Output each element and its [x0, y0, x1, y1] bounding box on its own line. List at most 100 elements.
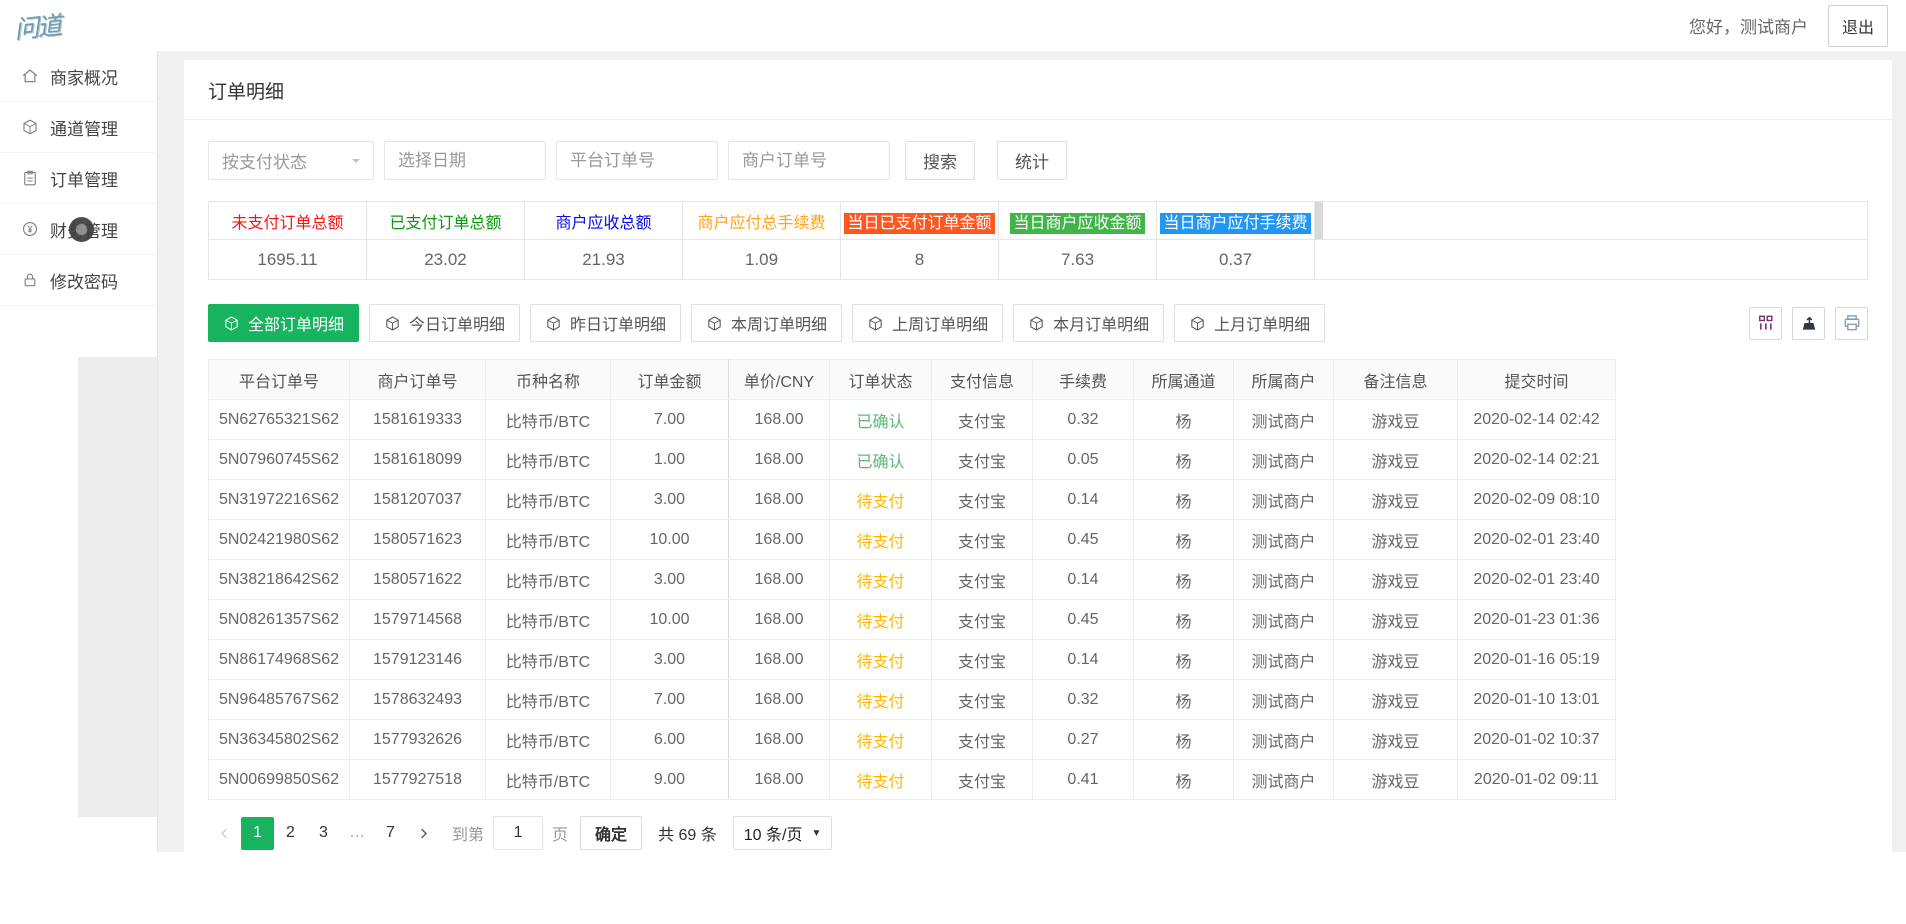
cube-icon	[384, 315, 401, 332]
column-header-3: 订单金额	[611, 360, 729, 400]
export-icon	[1799, 313, 1819, 333]
page-size-select[interactable]: 10 条/页▼	[733, 816, 833, 850]
chevron-right-icon	[416, 826, 431, 841]
cell: 1579123146	[350, 640, 486, 680]
tab-all[interactable]: 全部订单明细	[208, 304, 359, 342]
sidebar-item-channel[interactable]: 通道管理	[0, 102, 157, 153]
cell: 2020-02-14 02:21	[1458, 440, 1616, 480]
summary-header-today-fee: 当日商户应付手续费	[1157, 202, 1315, 240]
greeting-text: 您好，测试商户	[1689, 13, 1808, 38]
column-header-5: 订单状态	[830, 360, 932, 400]
cell: 0.14	[1033, 640, 1134, 680]
cell: 测试商户	[1234, 440, 1334, 480]
logout-button[interactable]: 退出	[1828, 5, 1888, 47]
cell: 比特币/BTC	[486, 440, 611, 480]
tab-last-month[interactable]: 上月订单明细	[1174, 304, 1325, 342]
total-count: 共 69 条	[658, 821, 717, 845]
next-page-button[interactable]	[407, 817, 440, 850]
cell-status: 待支付	[830, 680, 932, 720]
status-badge: 待支付	[856, 734, 904, 751]
summary-header-paid-total: 已支付订单总额	[367, 202, 525, 240]
sidebar-item-finance[interactable]: 财务管理	[0, 204, 157, 255]
page-7-button[interactable]: 7	[374, 817, 407, 850]
cell: 测试商户	[1234, 560, 1334, 600]
tab-today[interactable]: 今日订单明细	[369, 304, 520, 342]
tab-last-week[interactable]: 上周订单明细	[852, 304, 1003, 342]
dark-circle-overlay	[69, 217, 94, 242]
logo[interactable]: 问道	[12, 5, 62, 46]
cell: 7.00	[611, 680, 729, 720]
cell: 杨	[1134, 720, 1234, 760]
merchant-order-input[interactable]	[728, 141, 890, 180]
search-button[interactable]: 搜索	[905, 141, 975, 180]
page-1-button[interactable]: 1	[241, 817, 274, 850]
table-row: 5N00699850S621577927518比特币/BTC9.00168.00…	[209, 760, 1616, 800]
home-icon	[21, 67, 39, 85]
tab-yesterday[interactable]: 昨日订单明细	[530, 304, 681, 342]
tab-this-month[interactable]: 本月订单明细	[1013, 304, 1164, 342]
tab-label: 今日订单明细	[409, 311, 505, 335]
sidebar-item-overview[interactable]: 商家概况	[0, 51, 157, 102]
tab-this-week[interactable]: 本周订单明细	[691, 304, 842, 342]
cell: 游戏豆	[1334, 440, 1458, 480]
cell: 2020-01-02 10:37	[1458, 720, 1616, 760]
pagination: 123…7到第页确定共 69 条10 条/页▼	[208, 816, 1868, 850]
cell: 168.00	[729, 520, 830, 560]
platform-order-input[interactable]	[556, 141, 718, 180]
cell: 杨	[1134, 560, 1234, 600]
cell: 168.00	[729, 560, 830, 600]
cell: 168.00	[729, 640, 830, 680]
cube-icon	[867, 315, 884, 332]
summary-header-today-paid: 当日已支付订单金额	[841, 202, 999, 240]
sidebar-item-password[interactable]: 修改密码	[0, 255, 157, 306]
page-3-button[interactable]: 3	[307, 817, 340, 850]
cell-status: 已确认	[830, 400, 932, 440]
cell: 5N38218642S62	[209, 560, 350, 600]
summary-filler-value	[1315, 240, 1868, 280]
date-input[interactable]	[384, 141, 546, 180]
sidebar-item-orders[interactable]: 订单管理	[0, 153, 157, 204]
export-button[interactable]	[1792, 307, 1825, 340]
summary-header-receivable-total: 商户应收总额	[525, 202, 683, 240]
caret-down-icon: ▼	[811, 828, 821, 839]
stats-button[interactable]: 统计	[997, 141, 1067, 180]
cell: 游戏豆	[1334, 760, 1458, 800]
summary-value-unpaid-total: 1695.11	[209, 240, 367, 280]
page-2-button[interactable]: 2	[274, 817, 307, 850]
cell: 2020-01-16 05:19	[1458, 640, 1616, 680]
cell: 168.00	[729, 720, 830, 760]
cell: 1579714568	[350, 600, 486, 640]
goto-page-input[interactable]	[493, 816, 543, 850]
scrollbar-thumb	[1315, 202, 1323, 239]
cell: 9.00	[611, 760, 729, 800]
filter-columns-button[interactable]	[1749, 307, 1782, 340]
summary-value-receivable-total: 21.93	[525, 240, 683, 280]
cell: 0.05	[1033, 440, 1134, 480]
payment-status-select[interactable]: 按支付状态	[208, 141, 374, 180]
cell: 测试商户	[1234, 680, 1334, 720]
confirm-page-button[interactable]: 确定	[580, 816, 642, 850]
summary-label: 已支付订单总额	[389, 215, 501, 232]
cell: 支付宝	[932, 440, 1033, 480]
print-button[interactable]	[1835, 307, 1868, 340]
cell: 比特币/BTC	[486, 640, 611, 680]
cell: 比特币/BTC	[486, 600, 611, 640]
cell: 0.14	[1033, 480, 1134, 520]
summary-label: 商户应收总额	[555, 215, 651, 232]
cell: 杨	[1134, 600, 1234, 640]
table-row: 5N38218642S621580571622比特币/BTC3.00168.00…	[209, 560, 1616, 600]
cell: 测试商户	[1234, 600, 1334, 640]
orders-table: 平台订单号商户订单号币种名称订单金额单价/CNY订单状态支付信息手续费所属通道所…	[208, 359, 1616, 800]
cell: 5N31972216S62	[209, 480, 350, 520]
table-row: 5N02421980S621580571623比特币/BTC10.00168.0…	[209, 520, 1616, 560]
sidebar-item-label: 修改密码	[50, 268, 118, 293]
cell: 比特币/BTC	[486, 480, 611, 520]
cell: 2020-01-23 01:36	[1458, 600, 1616, 640]
cell: 支付宝	[932, 400, 1033, 440]
cell: 支付宝	[932, 600, 1033, 640]
cell: 1577927518	[350, 760, 486, 800]
cell: 1578632493	[350, 680, 486, 720]
prev-page-button[interactable]	[208, 817, 241, 850]
cell-status: 待支付	[830, 600, 932, 640]
tab-bar: 全部订单明细 今日订单明细 昨日订单明细本周订单明细上周订单明细本月订单明细上月订单…	[208, 304, 1325, 342]
